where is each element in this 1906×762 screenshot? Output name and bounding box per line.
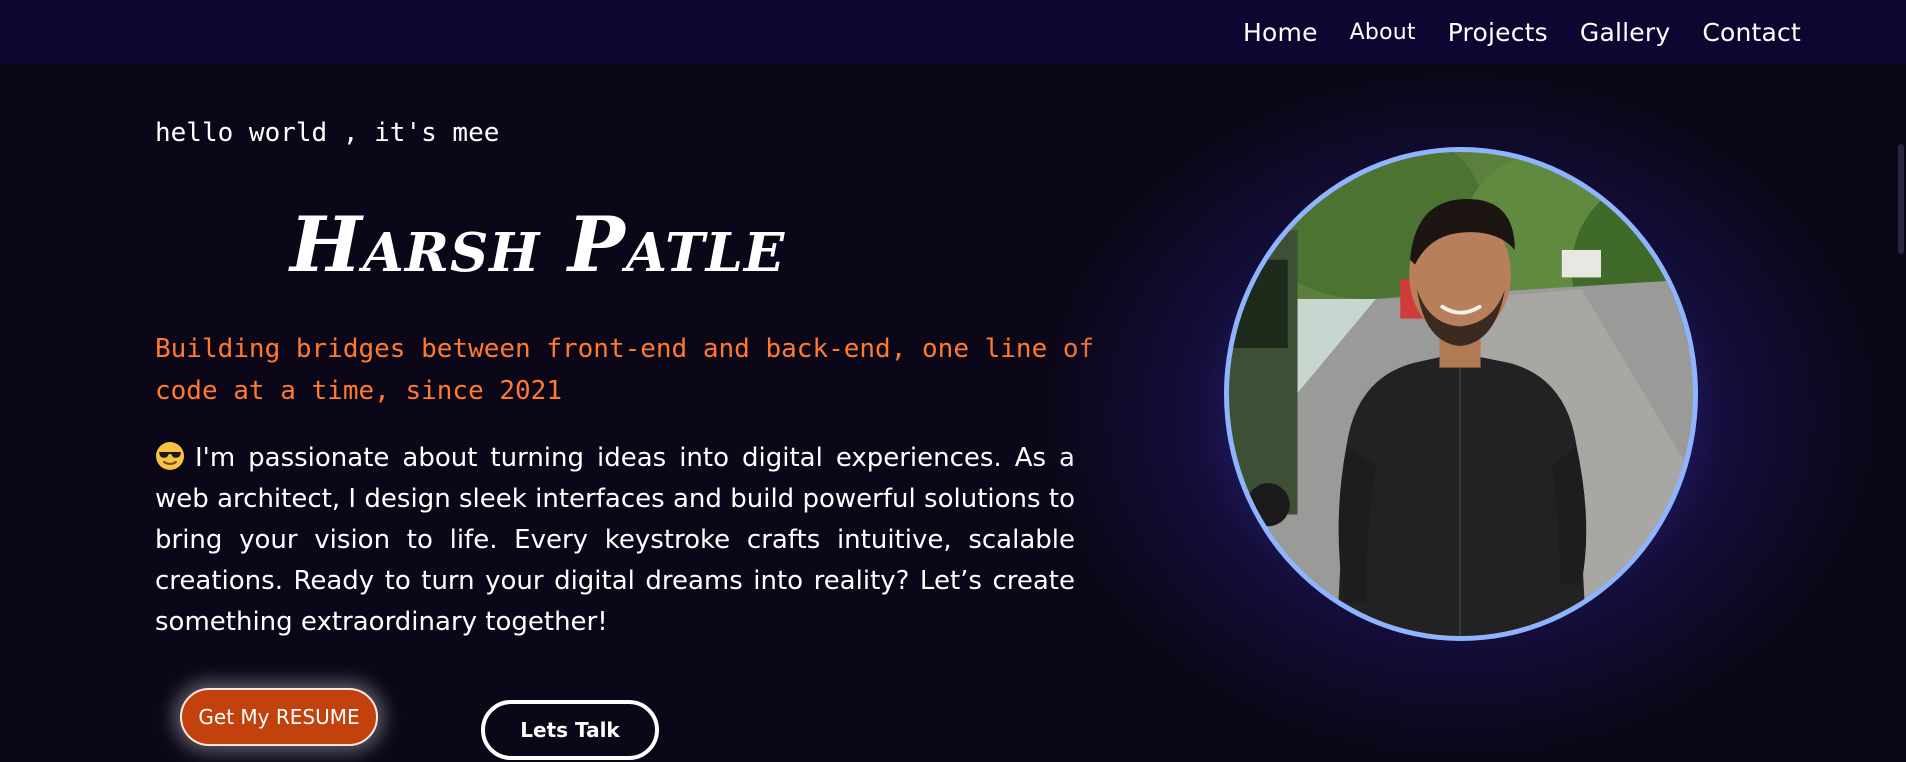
hero-bio-text: I'm passionate about turning ideas into … xyxy=(155,443,1075,637)
nav-home-link[interactable]: Home xyxy=(1243,18,1318,47)
profile-photo xyxy=(1224,147,1698,641)
page-scrollbar[interactable] xyxy=(1896,64,1906,762)
hero-tagline: Building bridges between front-end and b… xyxy=(155,334,1095,406)
get-resume-button[interactable]: Get My RESUME xyxy=(180,688,378,746)
lets-talk-button[interactable]: Lets Talk xyxy=(481,700,659,760)
nav-links: Home About Projects Gallery Contact xyxy=(1243,0,1801,64)
hero-bio: I'm passionate about turning ideas into … xyxy=(155,438,1075,643)
hero-name: Harsh Patle xyxy=(290,200,786,289)
nav-gallery-link[interactable]: Gallery xyxy=(1580,18,1670,47)
nav-about-link[interactable]: About xyxy=(1350,20,1416,45)
hero-greeting: hello world , it's mee xyxy=(155,118,500,148)
nav-contact-link[interactable]: Contact xyxy=(1702,18,1801,47)
scrollbar-thumb[interactable] xyxy=(1898,144,1904,254)
nav-projects-link[interactable]: Projects xyxy=(1448,18,1548,47)
profile-photo-illustration xyxy=(1229,152,1693,636)
top-navbar: Home About Projects Gallery Contact xyxy=(0,0,1906,64)
smiling-face-with-sunglasses-icon xyxy=(155,441,185,471)
